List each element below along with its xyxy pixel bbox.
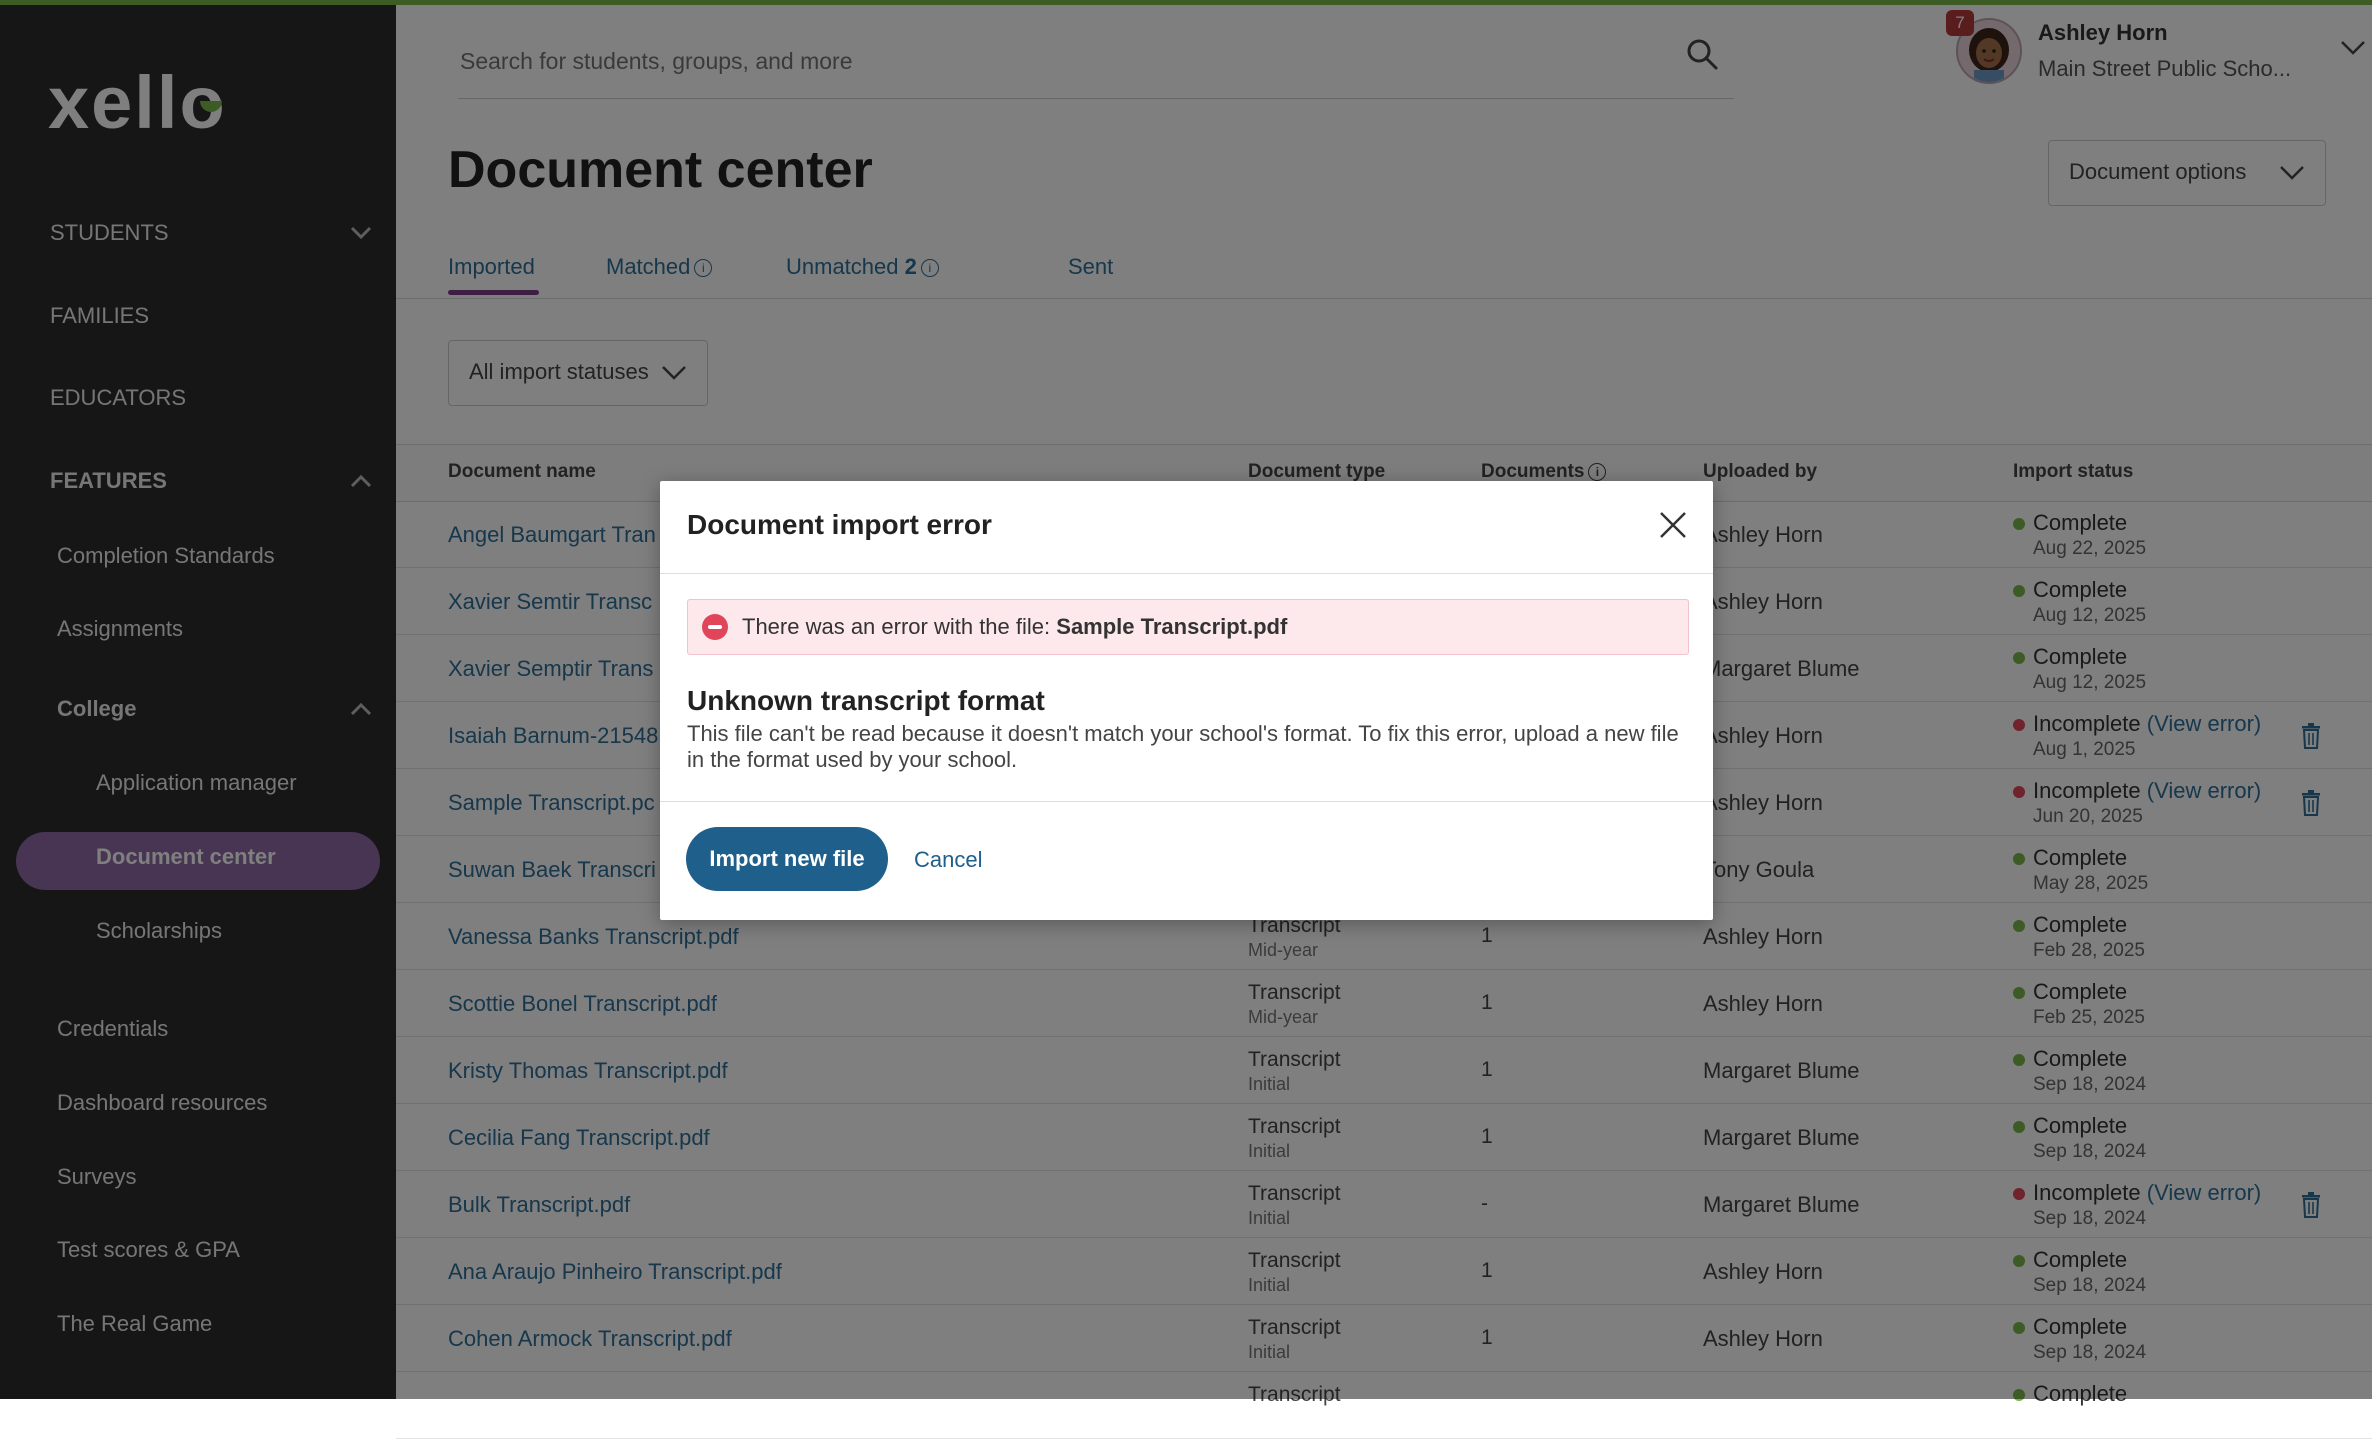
error-alert: There was an error with the file: Sample… xyxy=(687,599,1689,655)
modal-title: Document import error xyxy=(687,509,992,540)
error-title: Unknown transcript format xyxy=(687,685,1045,716)
alert-text: There was an error with the file: Sample… xyxy=(742,614,1287,640)
cancel-button[interactable]: Cancel xyxy=(914,847,982,873)
error-icon xyxy=(702,614,728,640)
import-new-file-button[interactable]: Import new file xyxy=(686,827,888,891)
alert-prefix: There was an error with the file: xyxy=(742,614,1051,639)
close-icon[interactable] xyxy=(1657,509,1689,541)
document-import-error-modal: Document import error There was an error… xyxy=(660,481,1713,920)
modal-divider xyxy=(660,801,1713,802)
error-body: This file can't be read because it doesn… xyxy=(687,721,1679,772)
modal-divider xyxy=(660,573,1713,574)
alert-file-name: Sample Transcript.pdf xyxy=(1056,614,1288,639)
